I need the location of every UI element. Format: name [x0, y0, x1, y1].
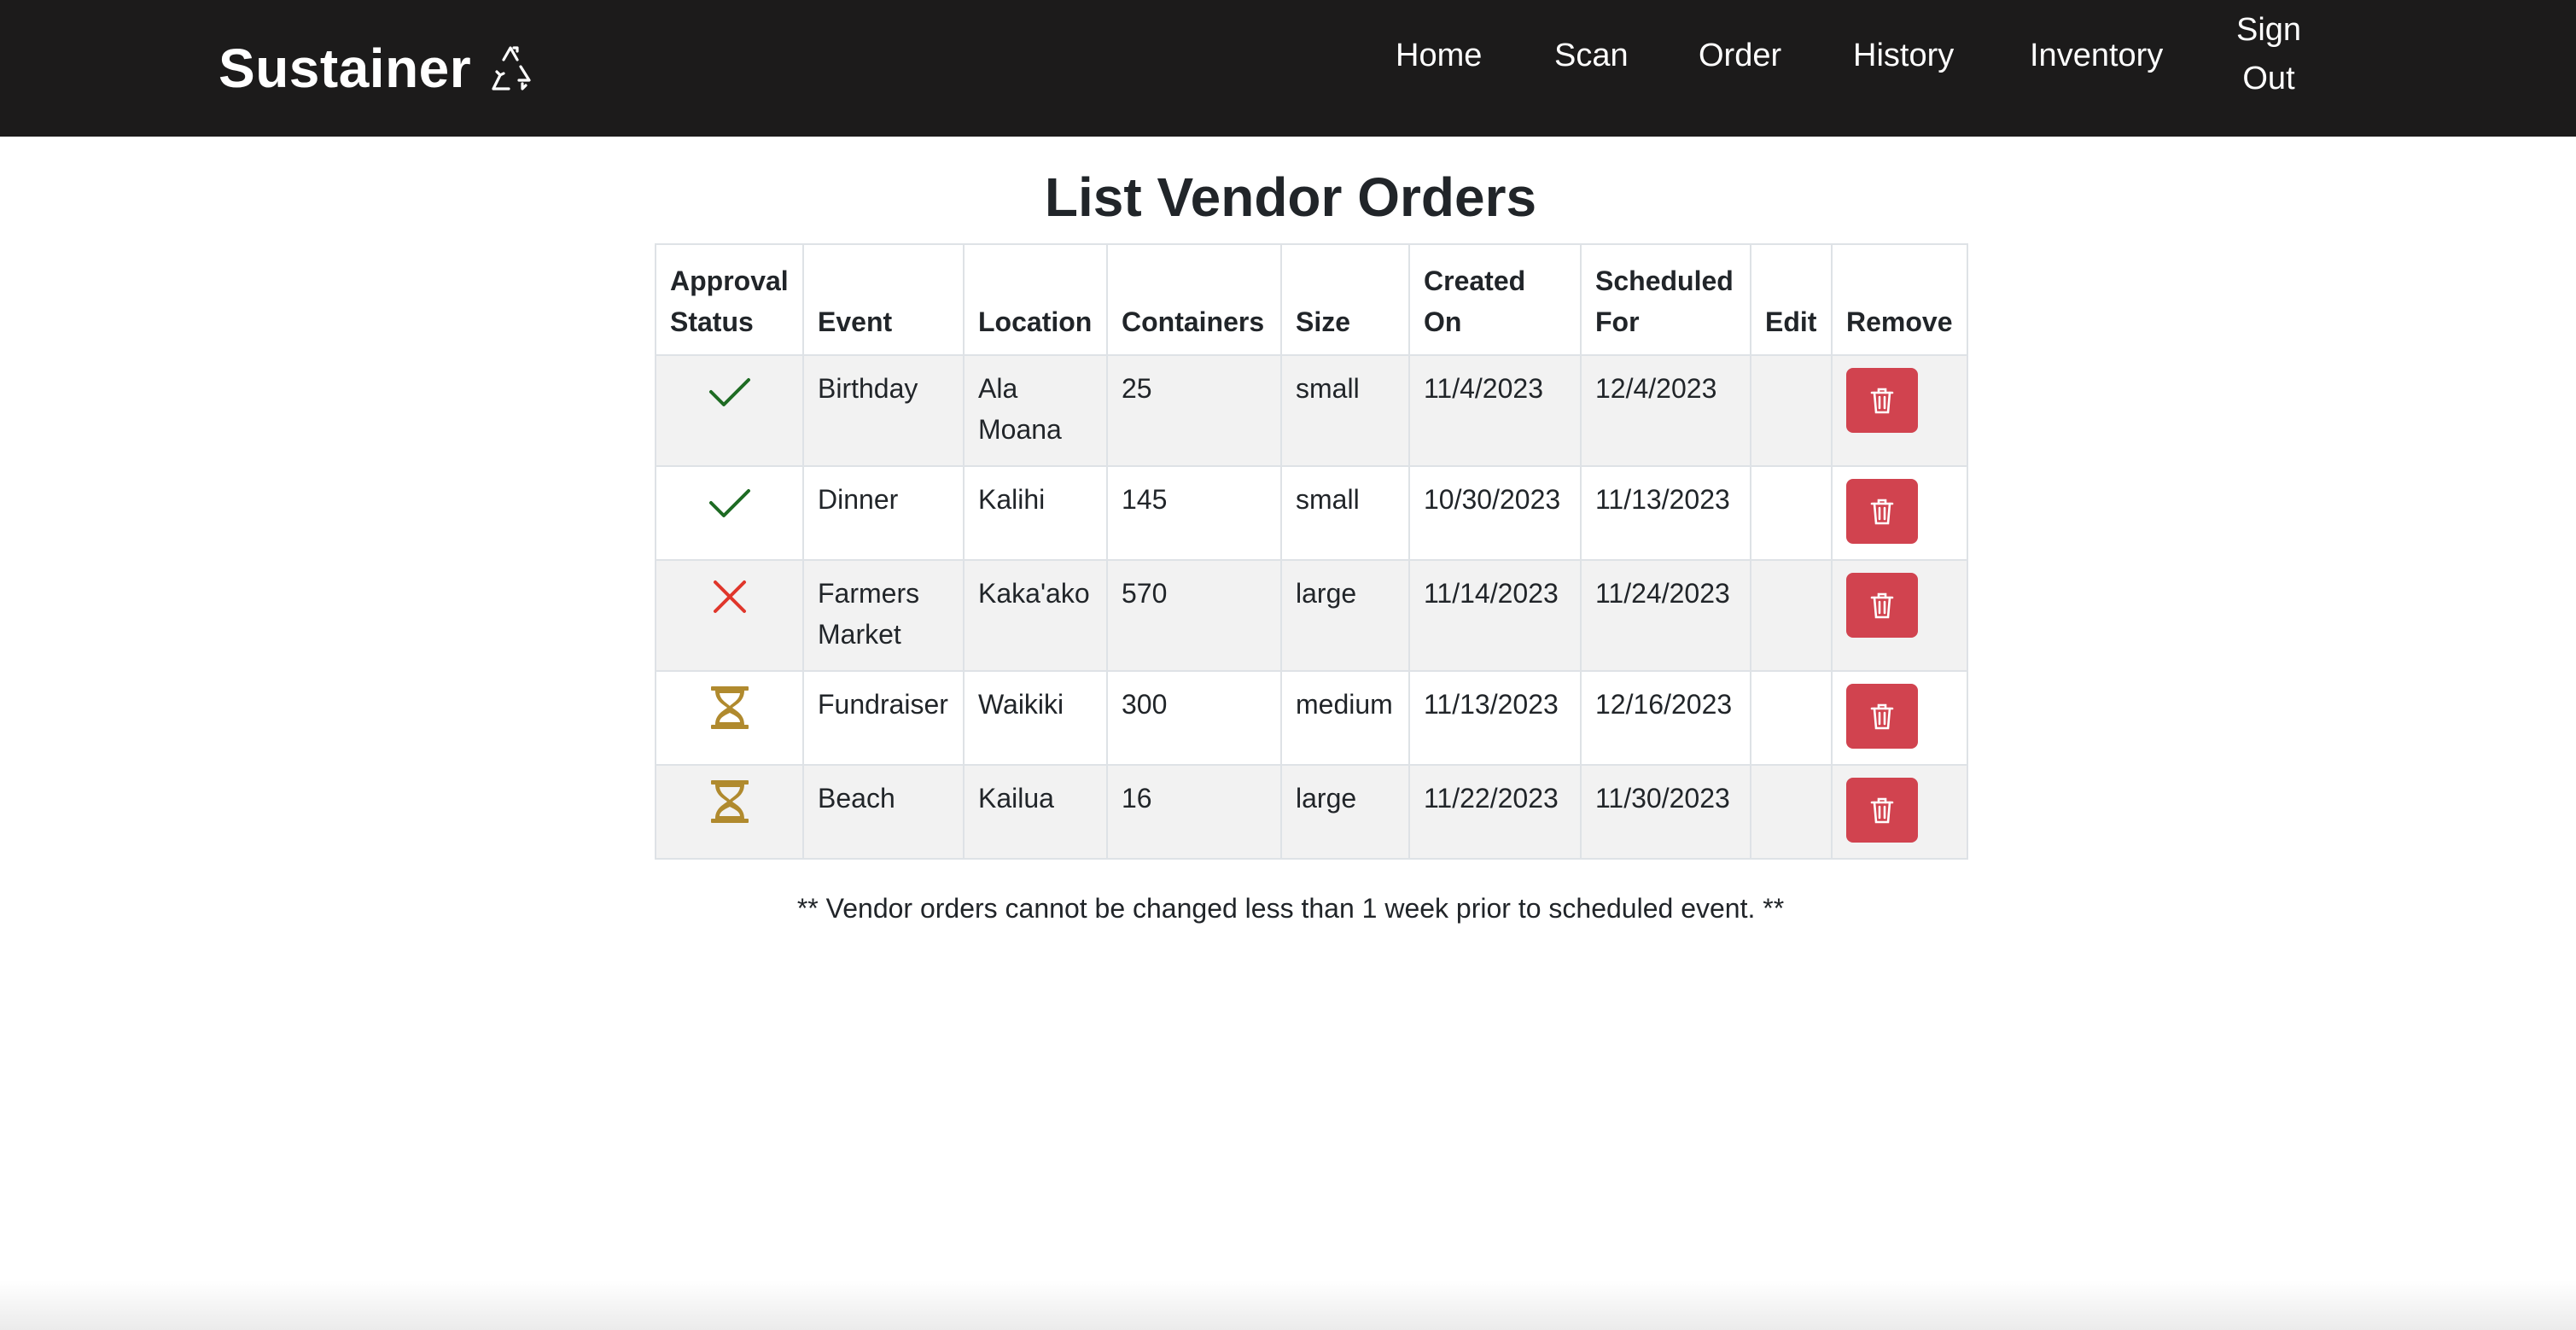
nav-sign-out[interactable]: Sign Out: [2228, 6, 2310, 103]
containers-cell: 570: [1106, 559, 1282, 672]
col-event: Event: [802, 243, 965, 356]
col-containers: Containers: [1106, 243, 1282, 356]
scheduled-for-cell: 11/24/2023: [1580, 559, 1751, 672]
trash-icon: [1870, 797, 1894, 824]
vendor-orders-table: Approval Status Event Location Container…: [655, 243, 1968, 860]
size-cell: medium: [1280, 670, 1410, 766]
nav-inventory[interactable]: Inventory: [2030, 31, 2163, 80]
remove-cell: [1831, 559, 1968, 672]
approval-status-cell: [655, 465, 804, 561]
bottom-shadow: [0, 1280, 2576, 1330]
footnote: ** Vendor orders cannot be changed less …: [796, 893, 1785, 924]
containers-cell: 25: [1106, 354, 1282, 467]
scheduled-for-cell: 11/13/2023: [1580, 465, 1751, 561]
page-title: List Vendor Orders: [1044, 166, 1537, 228]
nav-history[interactable]: History: [1853, 31, 1954, 80]
table-row: Birthday Ala Moana 25 small 11/4/2023 12…: [655, 354, 1968, 467]
col-scheduled-for: Scheduled For: [1580, 243, 1751, 356]
sign-out-line1: Sign: [2235, 12, 2302, 48]
remove-order-button[interactable]: [1846, 573, 1918, 638]
remove-order-button[interactable]: [1846, 778, 1918, 843]
brand-name: Sustainer: [219, 38, 472, 99]
event-cell: Birthday: [802, 354, 965, 467]
table-header-row: Approval Status Event Location Container…: [655, 243, 1968, 356]
header-text: For: [1595, 306, 1640, 337]
remove-cell: [1831, 465, 1968, 561]
brand-link[interactable]: Sustainer: [219, 32, 538, 104]
edit-cell: [1750, 764, 1833, 860]
header-text: On: [1424, 306, 1462, 337]
created-on-cell: 11/4/2023: [1408, 354, 1582, 467]
event-cell: Dinner: [802, 465, 965, 561]
size-cell: large: [1280, 764, 1410, 860]
created-on-cell: 11/13/2023: [1408, 670, 1582, 766]
edit-cell: [1750, 559, 1833, 672]
containers-cell: 16: [1106, 764, 1282, 860]
containers-cell: 145: [1106, 465, 1282, 561]
event-cell: Farmers Market: [802, 559, 965, 672]
edit-cell: [1750, 354, 1833, 467]
size-cell: small: [1280, 354, 1410, 467]
edit-cell: [1750, 670, 1833, 766]
location-cell: Kaka'ako: [963, 559, 1108, 672]
check-icon: [708, 378, 750, 406]
approval-status-cell: [655, 559, 804, 672]
col-edit: Edit: [1750, 243, 1833, 356]
approval-status-cell: [655, 764, 804, 860]
size-cell: large: [1280, 559, 1410, 672]
col-remove: Remove: [1831, 243, 1968, 356]
location-cell: Waikiki: [963, 670, 1108, 766]
navbar: Sustainer Home Scan Order History Invent…: [0, 0, 2576, 137]
header-text: Scheduled: [1595, 265, 1734, 296]
trash-icon: [1870, 388, 1894, 414]
approval-status-cell: [655, 670, 804, 766]
event-cell: Fundraiser: [802, 670, 965, 766]
created-on-cell: 11/22/2023: [1408, 764, 1582, 860]
remove-cell: [1831, 764, 1968, 860]
sign-out-line2: Out: [2242, 61, 2295, 96]
col-size: Size: [1280, 243, 1410, 356]
table-row: Farmers Market Kaka'ako 570 large 11/14/…: [655, 559, 1968, 672]
trash-icon: [1870, 592, 1894, 619]
scheduled-for-cell: 11/30/2023: [1580, 764, 1751, 860]
hourglass-icon: [710, 686, 749, 729]
header-text: Approval: [670, 265, 789, 296]
location-cell: Kailua: [963, 764, 1108, 860]
table-row: Dinner Kalihi 145 small 10/30/2023 11/13…: [655, 465, 1968, 561]
col-created-on: Created On: [1408, 243, 1582, 356]
col-location: Location: [963, 243, 1108, 356]
remove-order-button[interactable]: [1846, 684, 1918, 749]
check-icon: [708, 489, 750, 517]
location-cell: Ala Moana: [963, 354, 1108, 467]
table-row: Fundraiser Waikiki 300 medium 11/13/2023…: [655, 670, 1968, 766]
nav-home[interactable]: Home: [1396, 31, 1482, 80]
table-row: Beach Kailua 16 large 11/22/2023 11/30/2…: [655, 764, 1968, 860]
remove-order-button[interactable]: [1846, 368, 1918, 433]
created-on-cell: 11/14/2023: [1408, 559, 1582, 672]
recycle-icon: [492, 46, 531, 90]
size-cell: small: [1280, 465, 1410, 561]
trash-icon: [1870, 499, 1894, 525]
hourglass-icon: [710, 780, 749, 823]
location-cell: Kalihi: [963, 465, 1108, 561]
trash-icon: [1870, 703, 1894, 730]
remove-cell: [1831, 670, 1968, 766]
approval-status-cell: [655, 354, 804, 467]
created-on-cell: 10/30/2023: [1408, 465, 1582, 561]
event-cell: Beach: [802, 764, 965, 860]
x-icon: [713, 580, 746, 613]
containers-cell: 300: [1106, 670, 1282, 766]
remove-order-button[interactable]: [1846, 479, 1918, 544]
scheduled-for-cell: 12/16/2023: [1580, 670, 1751, 766]
header-text: Status: [670, 306, 754, 337]
remove-cell: [1831, 354, 1968, 467]
header-text: Created: [1424, 265, 1526, 296]
col-approval-status: Approval Status: [655, 243, 804, 356]
nav-scan[interactable]: Scan: [1554, 31, 1629, 80]
nav-order[interactable]: Order: [1699, 31, 1781, 80]
scheduled-for-cell: 12/4/2023: [1580, 354, 1751, 467]
edit-cell: [1750, 465, 1833, 561]
